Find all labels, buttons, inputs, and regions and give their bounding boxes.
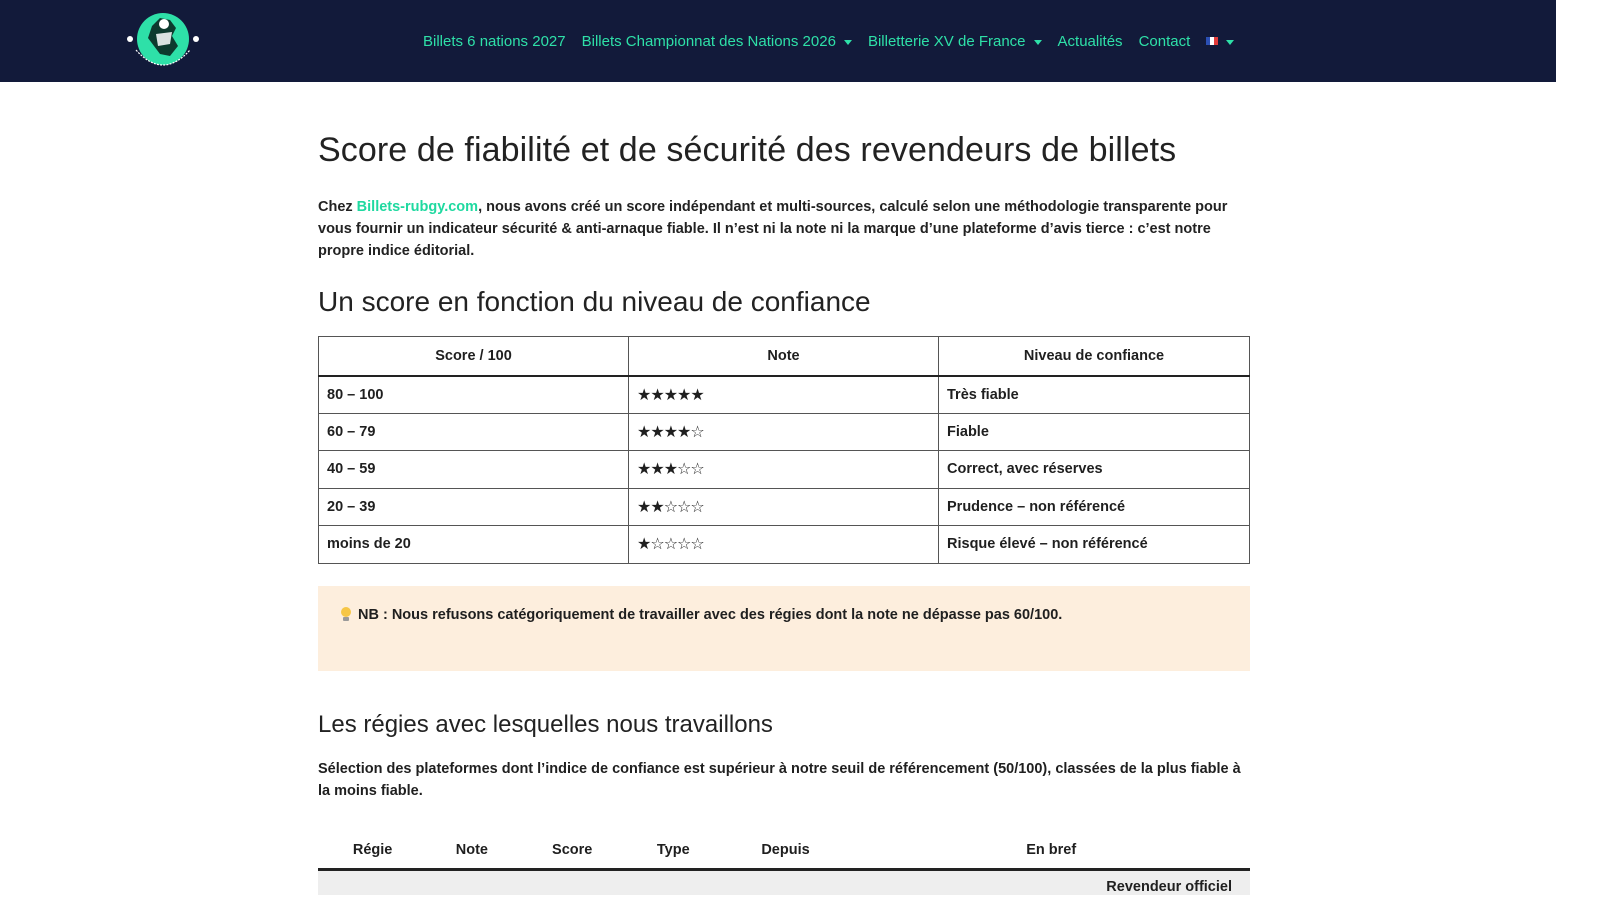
star-rating: ★★★★☆ bbox=[628, 412, 939, 451]
nav-item-contact[interactable]: Contact bbox=[1139, 33, 1191, 50]
nav-label: Contact bbox=[1138, 32, 1191, 50]
nav-label: Billetterie XV de France bbox=[867, 32, 1026, 50]
table-row: Revendeur officiel bbox=[318, 869, 1250, 895]
nav-item-championnat-nations-2026[interactable]: Billets Championnat des Nations 2026 bbox=[582, 33, 852, 50]
section-title-regies: Les régies avec lesquelles nous travaill… bbox=[318, 710, 773, 738]
section-title-confidence: Un score en fonction du niveau de confia… bbox=[318, 286, 871, 317]
site-link[interactable]: Billets-rubgy.com bbox=[357, 199, 478, 215]
confidence-level: Fiable bbox=[938, 412, 1250, 451]
table-header-row: Régie Note Score Type Depuis En bref bbox=[318, 831, 1250, 871]
intro-text: Chez bbox=[318, 199, 357, 215]
star-rating: ★★★★★ bbox=[628, 375, 939, 414]
table-cell bbox=[318, 869, 428, 895]
column-header: Niveau de confiance bbox=[938, 336, 1250, 377]
intro-paragraph: Chez Billets-rubgy.com, nous avons créé … bbox=[318, 196, 1250, 262]
table-cell bbox=[516, 869, 628, 895]
column-header: Score / 100 bbox=[318, 336, 629, 377]
table-cell bbox=[627, 869, 719, 895]
main-nav: Billets 6 nations 2027 Billets Championn… bbox=[423, 0, 1235, 82]
main-content: Score de fiabilité et de sécurité des re… bbox=[318, 100, 1250, 895]
score-range: moins de 20 bbox=[318, 525, 629, 564]
confidence-level: Risque élevé – non référencé bbox=[938, 525, 1250, 564]
column-header: Note bbox=[427, 831, 517, 871]
chevron-down-icon bbox=[1226, 39, 1235, 45]
column-header: Depuis bbox=[718, 831, 853, 871]
score-table: Score / 100 Note Niveau de confiance 80 … bbox=[318, 336, 1250, 564]
score-range: 40 – 59 bbox=[318, 450, 629, 489]
column-header: Note bbox=[628, 336, 939, 377]
site-header: Billets 6 nations 2027 Billets Championn… bbox=[0, 0, 1556, 82]
lightbulb-icon bbox=[340, 606, 352, 621]
column-header: Score bbox=[516, 831, 628, 871]
billets-rugby-logo[interactable] bbox=[126, 6, 200, 76]
table-row: 20 – 39 ★★☆☆☆ Prudence – non référencé bbox=[318, 487, 1250, 526]
intro-emphasis: sécurité & anti-arnaque bbox=[501, 221, 663, 237]
table-row: 80 – 100 ★★★★★ Très fiable bbox=[318, 375, 1250, 414]
summary-cell: Revendeur officiel bbox=[852, 869, 1250, 895]
regies-description: Sélection des plateformes dont l’indice … bbox=[318, 760, 1241, 799]
table-cell bbox=[718, 869, 853, 895]
column-header: Régie bbox=[318, 831, 428, 871]
nav-item-6-nations-2027[interactable]: Billets 6 nations 2027 bbox=[423, 33, 566, 50]
table-header-row: Score / 100 Note Niveau de confiance bbox=[318, 336, 1250, 377]
table-row: 40 – 59 ★★★☆☆ Correct, avec réserves bbox=[318, 450, 1250, 489]
nav-label: Billets Championnat des Nations 2026 bbox=[581, 32, 836, 50]
nav-item-billetterie-xv-de-france[interactable]: Billetterie XV de France bbox=[868, 33, 1042, 50]
star-rating: ★★☆☆☆ bbox=[628, 487, 939, 526]
language-switcher[interactable] bbox=[1206, 37, 1235, 45]
score-range: 60 – 79 bbox=[318, 412, 629, 451]
page-title: Score de fiabilité et de sécurité des re… bbox=[318, 131, 1177, 169]
star-rating: ★☆☆☆☆ bbox=[628, 525, 939, 564]
nav-label: Billets 6 nations 2027 bbox=[423, 32, 566, 50]
score-range: 80 – 100 bbox=[318, 375, 629, 414]
confidence-level: Très fiable bbox=[938, 375, 1250, 414]
table-row: moins de 20 ★☆☆☆☆ Risque élevé – non réf… bbox=[318, 525, 1250, 564]
fr-flag-icon bbox=[1206, 37, 1219, 45]
table-cell bbox=[427, 869, 517, 895]
note-callout: NB : Nous refusons catégoriquement de tr… bbox=[318, 585, 1250, 671]
confidence-level: Prudence – non référencé bbox=[938, 487, 1250, 526]
chevron-down-icon bbox=[1033, 39, 1042, 45]
chevron-down-icon bbox=[843, 39, 852, 45]
score-range: 20 – 39 bbox=[318, 487, 629, 526]
note-text: NB : Nous refusons catégoriquement de tr… bbox=[358, 606, 1063, 623]
regies-table: Régie Note Score Type Depuis En bref Rev… bbox=[318, 831, 1250, 895]
nav-label: Actualités bbox=[1057, 32, 1123, 50]
column-header: Type bbox=[627, 831, 719, 871]
nav-item-actualites[interactable]: Actualités bbox=[1058, 33, 1123, 50]
table-row: 60 – 79 ★★★★☆ Fiable bbox=[318, 412, 1250, 451]
star-rating: ★★★☆☆ bbox=[628, 450, 939, 489]
column-header: En bref bbox=[852, 831, 1250, 871]
confidence-level: Correct, avec réserves bbox=[938, 450, 1250, 489]
